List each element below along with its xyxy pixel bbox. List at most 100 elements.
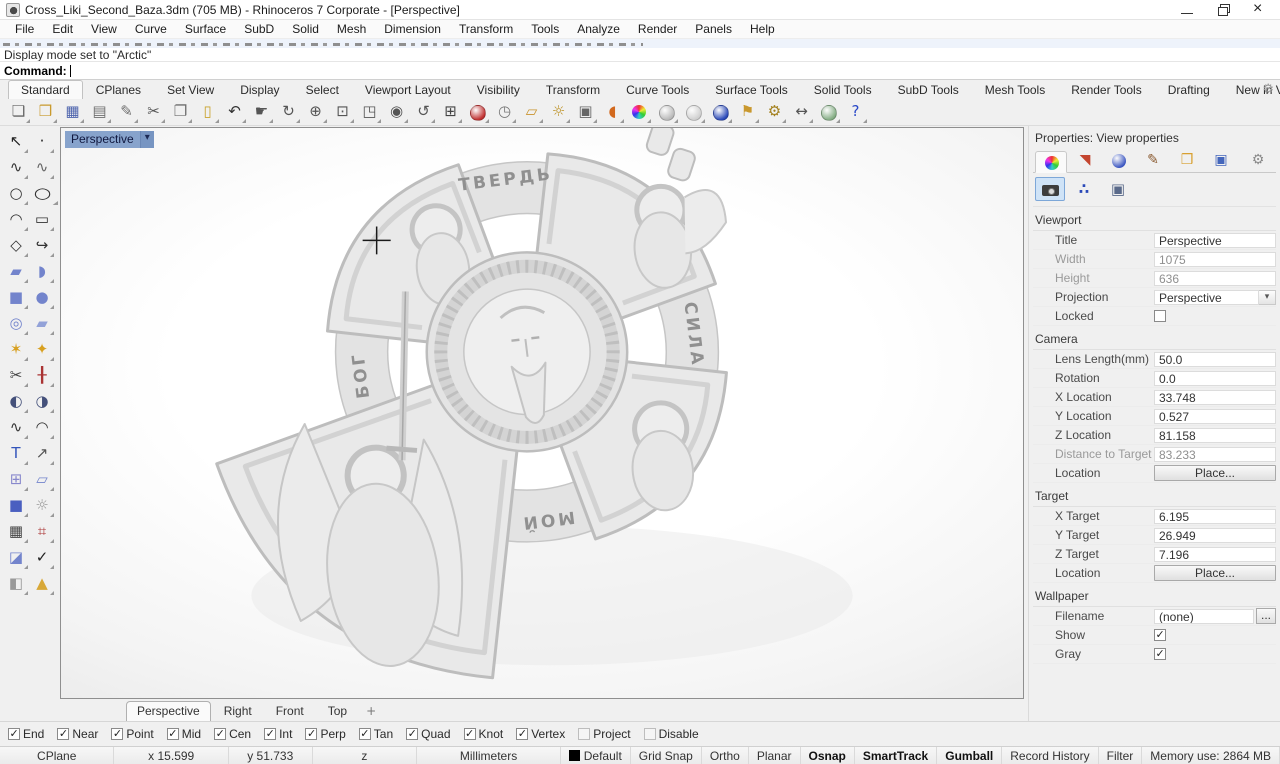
solid-tools-icon[interactable]: ■ [4,494,29,518]
target-x-input[interactable]: 6.195 [1154,509,1276,524]
block-icon[interactable]: ▱ [519,100,544,124]
viewport-tab[interactable]: Perspective [126,701,211,721]
arc-icon[interactable]: ◠ [4,208,29,232]
toolbar-tab[interactable]: Transform [533,80,613,99]
undo-view-icon[interactable]: ↺ [411,100,436,124]
status-segment[interactable]: Record History [1002,747,1098,764]
osnap-checkbox[interactable] [57,728,69,740]
paste-icon[interactable]: ▯ [195,100,220,124]
lights-icon[interactable]: ☼ [30,494,55,518]
camera-x-input[interactable]: 33.748 [1154,390,1276,405]
viewport-tab[interactable]: Top [317,701,358,721]
osnap-toggle[interactable]: Vertex [516,727,565,741]
osnap-toggle[interactable]: Int [264,727,292,741]
osnap-checkbox[interactable] [8,728,20,740]
osnap-checkbox[interactable] [516,728,528,740]
osnap-toggle[interactable]: Point [111,727,153,741]
xray-display-icon[interactable] [681,100,706,124]
zoom-extents-icon[interactable]: ◳ [357,100,382,124]
osnap-toggle[interactable]: End [8,727,44,741]
viewport-title-tab[interactable]: Perspective ▾ [65,131,154,148]
osnap-toggle[interactable]: Mid [167,727,201,741]
menu-item[interactable]: Mesh [328,22,375,36]
osnap-toggle[interactable]: Project [578,727,630,741]
status-segment[interactable]: Grid Snap [631,747,702,764]
open-file-icon[interactable]: ❒ [33,100,58,124]
rectangle-icon[interactable]: ▭ [30,208,55,232]
menu-item[interactable]: File [6,22,43,36]
wallpaper-filename-input[interactable]: (none) [1154,609,1254,624]
sphere-icon[interactable]: ● [30,286,55,310]
copy-icon[interactable]: ❐ [168,100,193,124]
status-segment[interactable]: Default [561,747,631,764]
osnap-checkbox[interactable] [264,728,276,740]
extract-surface-icon[interactable]: ✦ [30,338,55,362]
menu-item[interactable]: Tools [522,22,568,36]
blend-curve-icon[interactable]: ◠ [30,416,55,440]
camera-y-input[interactable]: 0.527 [1154,409,1276,424]
surface-patch-icon[interactable]: ▰ [4,260,29,284]
projection-select[interactable]: Perspective [1154,290,1259,305]
toolbar-tab[interactable]: Set View [154,80,227,99]
osnap-toggle[interactable]: Cen [214,727,251,741]
osnap-checkbox[interactable] [406,728,418,740]
print-icon[interactable]: ▤ [87,100,112,124]
osnap-toggle[interactable]: Quad [406,727,450,741]
status-segment[interactable]: y 51.733 [229,747,313,764]
status-segment[interactable]: Filter [1099,747,1143,764]
toolbar-tab[interactable]: Display [227,80,292,99]
panel-gear-icon[interactable]: ⚙ [1242,150,1274,172]
folder-tab-icon[interactable]: ❒ [1171,150,1203,172]
osnap-toggle[interactable]: Knot [464,727,504,741]
menu-item[interactable]: Surface [176,22,235,36]
lens-tab-icon[interactable]: ∴ [1069,177,1099,201]
block-tools-icon[interactable]: ⊞ [4,468,29,492]
undo-icon[interactable]: ↶ [222,100,247,124]
object-properties-tab-icon[interactable] [1035,151,1067,173]
locked-checkbox[interactable] [1154,310,1166,322]
cone-icon[interactable]: ▲ [30,572,55,596]
text-icon[interactable]: T [4,442,29,466]
history-icon[interactable]: ◷ [492,100,517,124]
point-icon[interactable]: · [30,130,55,154]
close-button[interactable] [1252,3,1266,17]
check-icon[interactable]: ✓ [30,546,55,570]
surface-trim-icon[interactable]: ◪ [4,546,29,570]
target-z-input[interactable]: 7.196 [1154,547,1276,562]
viewport-title-input[interactable]: Perspective [1154,233,1276,248]
osnap-toggle[interactable]: Tan [359,727,393,741]
split-icon[interactable]: ╂ [30,364,55,388]
new-file-icon[interactable]: ❏ [6,100,31,124]
shaded-display-icon[interactable]: ◖ [600,100,625,124]
perspective-viewport[interactable]: Perspective ▾ [60,127,1024,699]
status-segment[interactable]: Millimeters [417,747,560,764]
boolean-difference-icon[interactable]: ◑ [30,390,55,414]
osnap-checkbox[interactable] [464,728,476,740]
menu-item[interactable]: Analyze [568,22,629,36]
toolbar-tab[interactable]: CPlanes [83,80,154,99]
curve-offset-icon[interactable]: ↪ [30,234,55,258]
wallpaper-browse-button[interactable]: ... [1256,608,1276,624]
surface-bend-icon[interactable]: ▰ [30,312,55,336]
toolbar-tab[interactable]: Mesh Tools [972,80,1058,99]
plane-icon[interactable]: ▱ [30,468,55,492]
menu-item[interactable]: Transform [450,22,522,36]
wallpaper-show-checkbox[interactable] [1154,629,1166,641]
osnap-checkbox[interactable] [214,728,226,740]
notification-flag-icon[interactable]: ⚑ [735,100,760,124]
menu-item[interactable]: SubD [235,22,283,36]
osnap-checkbox[interactable] [359,728,371,740]
wallpaper-gray-checkbox[interactable] [1154,648,1166,660]
camera-z-input[interactable]: 81.158 [1154,428,1276,443]
select-icon[interactable]: ↖ [4,130,29,154]
mesh-tools-icon[interactable]: ◧ [4,572,29,596]
save-icon[interactable]: ▦ [60,100,85,124]
status-segment[interactable]: Osnap [801,747,855,764]
command-line[interactable]: Command: [0,62,1280,80]
osnap-checkbox[interactable] [111,728,123,740]
menu-item[interactable]: Render [629,22,686,36]
camera-tab-icon[interactable] [1035,177,1065,201]
menu-item[interactable]: View [82,22,126,36]
info-tab-icon[interactable]: ▣ [1205,150,1237,172]
toolbar-tab[interactable]: Drafting [1155,80,1223,99]
